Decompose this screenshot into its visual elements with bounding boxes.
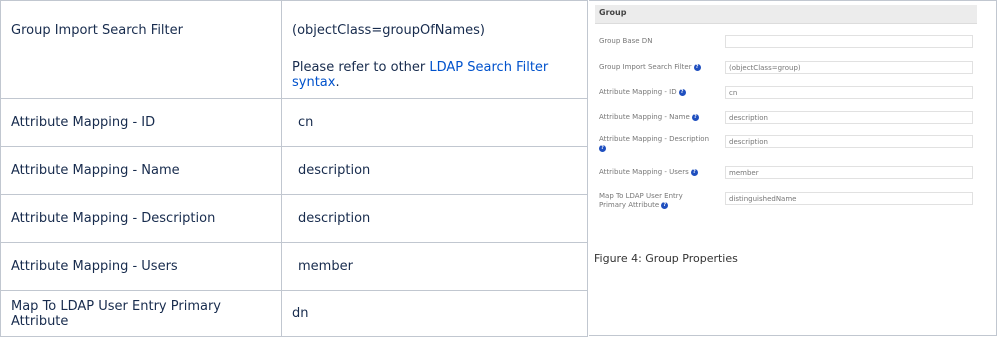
row-key: Attribute Mapping - Name (0, 146, 282, 195)
figure-panel: Group Group Base DN Group Import Search … (589, 0, 997, 336)
mapping-description-input[interactable]: description (725, 135, 973, 148)
help-icon[interactable]: ? (690, 168, 698, 176)
help-icon[interactable]: ? (691, 113, 699, 121)
row-key: Group Import Search Filter (0, 0, 282, 99)
table-row: Attribute Mapping - Name description (0, 146, 588, 195)
figure-header-title: Group (599, 8, 627, 17)
help-icon[interactable]: ? (693, 63, 701, 71)
search-filter-input[interactable]: (objectClass=group) (725, 61, 973, 74)
table-row: Attribute Mapping - Users member (0, 242, 588, 291)
form-row: Group Base DN (595, 35, 977, 59)
form-row: Attribute Mapping - Name? description (595, 111, 977, 135)
row-value: (objectClass=groupOfNames) (292, 23, 485, 38)
form-row: Attribute Mapping - ID? cn (595, 86, 977, 110)
group-properties-table: Group Import Search Filter (objectClass=… (0, 0, 588, 337)
row-key: Attribute Mapping - Description (0, 194, 282, 243)
field-label: Attribute Mapping - Description? (599, 135, 710, 152)
help-icon[interactable]: ? (678, 88, 686, 96)
table-row: Attribute Mapping - ID cn (0, 98, 588, 147)
table-row: Attribute Mapping - Description descript… (0, 194, 588, 243)
group-base-dn-input[interactable] (725, 35, 973, 48)
field-label: Group Import Search Filter? (599, 63, 717, 72)
form-row: Map To LDAP User Entry Primary Attribute… (595, 192, 977, 214)
row-value-cell: (objectClass=groupOfNames) Please refer … (281, 0, 588, 99)
field-label: Group Base DN (599, 37, 653, 45)
row-value: member (281, 242, 588, 291)
primary-attribute-input[interactable]: distinguishedName (725, 192, 973, 205)
field-label: Attribute Mapping - ID? (599, 88, 717, 97)
mapping-users-input[interactable]: member (725, 166, 973, 179)
mapping-name-input[interactable]: description (725, 111, 973, 124)
table-row: Map To LDAP User Entry Primary Attribute… (0, 290, 588, 337)
help-icon[interactable]: ? (599, 144, 606, 152)
row-key: Map To LDAP User Entry Primary Attribute (0, 290, 282, 337)
note-prefix: Please refer to other (292, 60, 430, 75)
form-row: Group Import Search Filter? (objectClass… (595, 61, 977, 85)
help-icon[interactable]: ? (661, 201, 669, 209)
row-value: description (281, 194, 588, 243)
row-note: Please refer to other LDAP Search Filter… (292, 60, 587, 90)
note-suffix: . (335, 75, 340, 90)
row-value: dn (281, 290, 588, 337)
row-key: Attribute Mapping - ID (0, 98, 282, 147)
table-row: Group Import Search Filter (objectClass=… (0, 0, 588, 99)
form-row: Attribute Mapping - Description? descrip… (595, 135, 977, 157)
row-value: cn (281, 98, 588, 147)
group-properties-screenshot: Group Group Base DN Group Import Search … (595, 5, 977, 217)
figure-caption: Figure 4: Group Properties (594, 252, 738, 265)
figure-header: Group (595, 5, 977, 24)
row-value: description (281, 146, 588, 195)
form-row: Attribute Mapping - Users? member (595, 166, 977, 190)
row-key: Attribute Mapping - Users (0, 242, 282, 291)
field-label: Map To LDAP User Entry Primary Attribute… (599, 192, 683, 209)
field-label: Attribute Mapping - Users? (599, 168, 717, 177)
mapping-id-input[interactable]: cn (725, 86, 973, 99)
field-label: Attribute Mapping - Name? (599, 113, 717, 122)
